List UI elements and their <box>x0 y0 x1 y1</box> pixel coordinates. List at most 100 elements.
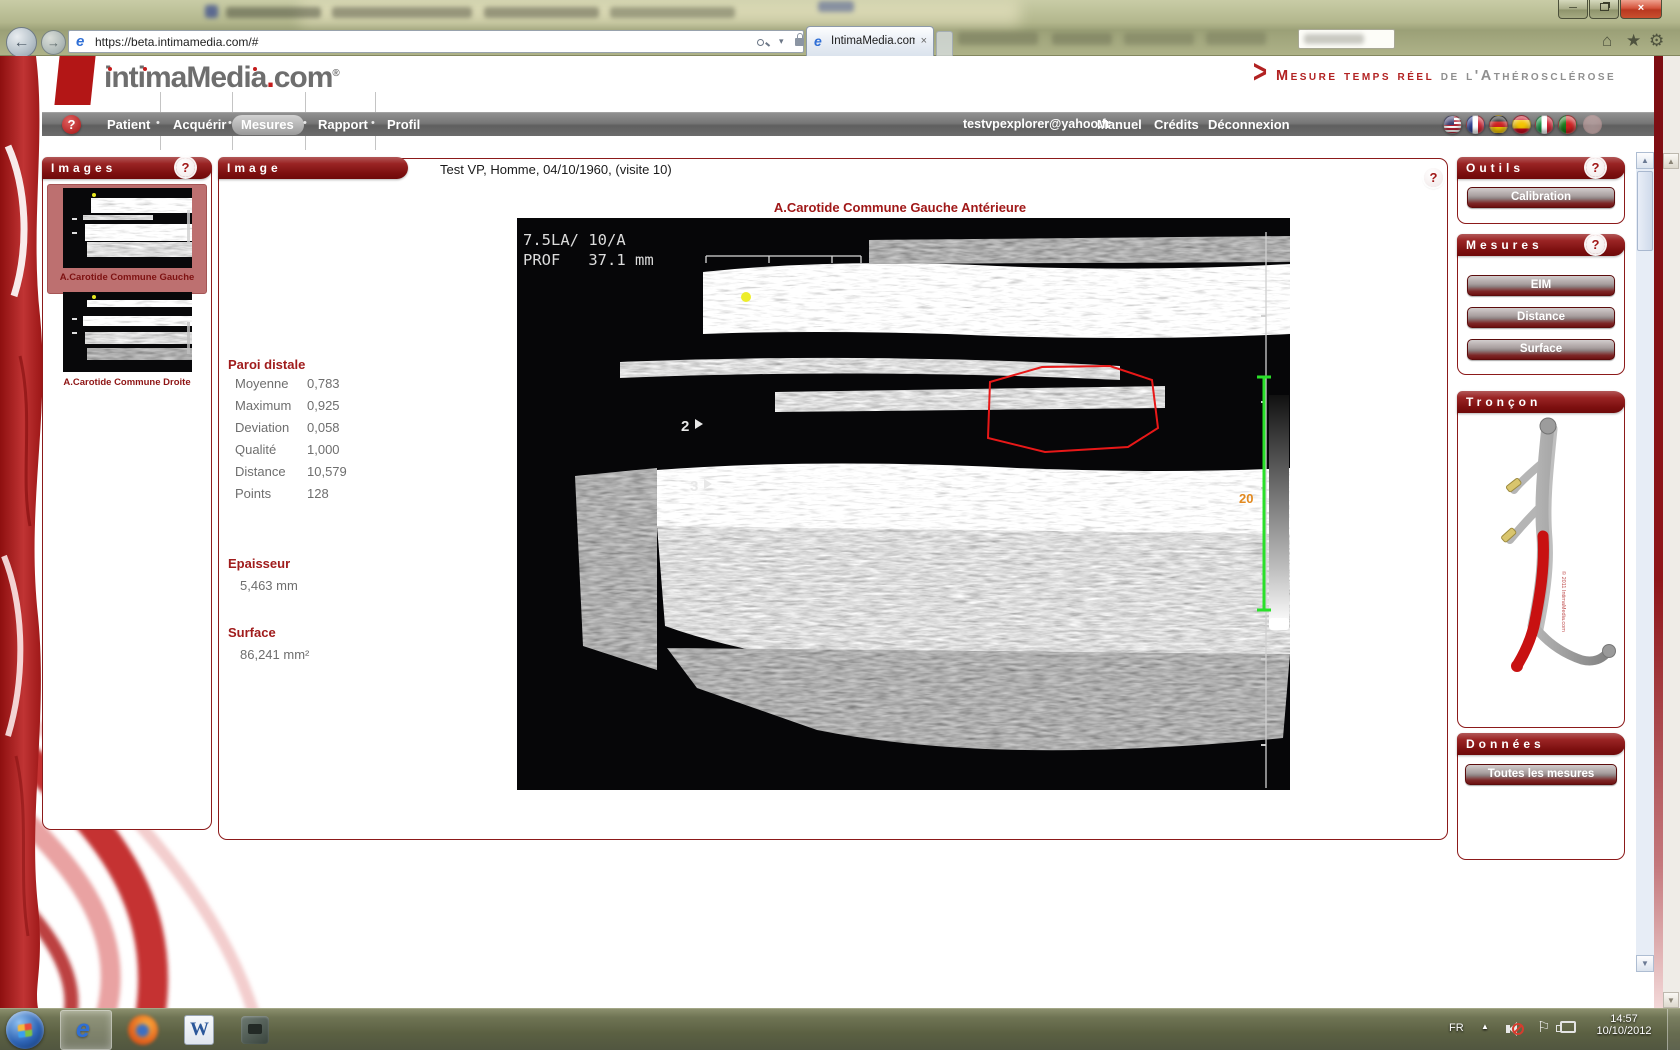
stat-label: Qualité <box>235 442 276 457</box>
eim-button[interactable]: EIM <box>1467 275 1615 296</box>
surface-button[interactable]: Surface <box>1467 339 1615 360</box>
scrollbar-up-arrow[interactable]: ▲ <box>1636 152 1654 169</box>
volume-muted-icon[interactable] <box>1506 1020 1526 1038</box>
thumbnail-label-droite[interactable]: A.Carotide Commune Droite <box>42 377 212 388</box>
outils-help-button[interactable]: ? <box>1586 158 1605 177</box>
tagline-gray-part: de l'Athérosclérose <box>1434 68 1616 84</box>
marker-3-label: 3 <box>690 478 698 495</box>
flag-us-icon[interactable] <box>1443 115 1462 134</box>
network-icon[interactable] <box>1560 1021 1576 1033</box>
thumbnail-carotide-droite[interactable] <box>63 292 192 372</box>
window-close-button[interactable]: × <box>1620 0 1662 19</box>
mesures-help-button[interactable]: ? <box>1586 235 1605 254</box>
start-button[interactable] <box>6 1011 44 1049</box>
windows-flag-icon <box>18 1023 33 1038</box>
browser-back-button[interactable]: ← <box>6 27 37 58</box>
clock[interactable]: 14:57 10/10/2012 <box>1588 1013 1660 1037</box>
taskbar-firefox-button[interactable] <box>116 1010 168 1050</box>
browser-forward-button[interactable]: → <box>41 30 66 55</box>
nav-item-mesures[interactable]: Mesures <box>241 117 294 132</box>
background-menu-blur <box>1206 32 1266 45</box>
image-panel-title: Image <box>227 161 282 175</box>
artery-top-cap <box>1540 418 1556 434</box>
images-help-button[interactable]: ? <box>176 158 195 177</box>
ie-icon: e <box>76 1015 90 1044</box>
tray-expand-icon[interactable]: ▲ <box>1481 1022 1489 1031</box>
troncon-panel-header: Tronçon <box>1457 391 1625 413</box>
nav-item-patient[interactable]: Patient <box>107 117 150 132</box>
scrollbar-thumb[interactable] <box>1637 171 1653 251</box>
background-window-title-blur <box>610 7 735 18</box>
nav-link-manuel[interactable]: Manuel <box>1097 117 1142 132</box>
flag-es-icon[interactable] <box>1512 115 1531 134</box>
toutes-les-mesures-button[interactable]: Toutes les mesures <box>1465 764 1617 785</box>
home-icon[interactable]: ⌂ <box>1602 31 1612 51</box>
address-bar[interactable]: e https://beta.intimamedia.com/# ▾ ↻ × <box>68 30 804 53</box>
us-info-line1: 7.5LA/ 10/A <box>523 231 626 249</box>
logo-i-dot <box>143 67 147 71</box>
image-help-button[interactable]: ? <box>1424 168 1443 187</box>
artery-red-segment[interactable] <box>1518 536 1543 664</box>
images-panel-title: Images <box>51 161 116 175</box>
flag-it-icon[interactable] <box>1535 115 1554 134</box>
url-text[interactable]: https://beta.intimamedia.com/# <box>95 35 258 49</box>
scrollbar-down-arrow[interactable]: ▼ <box>1636 955 1654 972</box>
flag-pt-icon[interactable] <box>1558 115 1577 134</box>
search-dropdown-caret[interactable]: ▾ <box>779 36 784 47</box>
nav-dot: • <box>371 117 375 129</box>
background-scrollbar-up-arrow: ▲ <box>1663 153 1679 169</box>
background-search-box <box>1298 29 1395 49</box>
flag-de-icon[interactable] <box>1489 115 1508 134</box>
language-indicator[interactable]: FR <box>1449 1022 1464 1034</box>
show-desktop-button[interactable] <box>1667 1009 1680 1050</box>
distance-button[interactable]: Distance <box>1467 307 1615 328</box>
site-logo[interactable]: intimaMedia.com® <box>104 61 339 95</box>
nav-link-credits[interactable]: Crédits <box>1154 117 1199 132</box>
background-window-icon <box>205 5 218 18</box>
nav-link-deconnexion[interactable]: Déconnexion <box>1208 117 1290 132</box>
patient-info: Test VP, Homme, 04/10/1960, (visite 10) <box>440 162 672 177</box>
stat-value: 0,058 <box>307 420 340 435</box>
stat-label: Deviation <box>235 420 289 435</box>
nav-help-button[interactable]: ? <box>62 115 81 134</box>
nav-item-acquerir[interactable]: Acquérir <box>173 117 226 132</box>
artery-diagram[interactable]: © 2011 IntimaMedia.com <box>1462 416 1622 716</box>
nav-item-profil[interactable]: Profil <box>387 117 420 132</box>
action-center-flag-icon[interactable]: ⚐ <box>1537 1018 1550 1036</box>
scan-title: A.Carotide Commune Gauche Antérieure <box>530 200 1270 215</box>
logo-dot-text: . <box>266 61 273 94</box>
nav-item-rapport[interactable]: Rapport <box>318 117 368 132</box>
mesures-panel-title: Mesures <box>1466 238 1543 252</box>
background-menu-blur <box>1124 33 1194 45</box>
browser-tab[interactable]: e IntimaMedia.com - Intellig... × <box>806 26 934 56</box>
yellow-marker-dot[interactable] <box>741 292 751 302</box>
new-tab-button[interactable] <box>936 31 953 56</box>
search-icon[interactable] <box>757 35 769 49</box>
page-scrollbar[interactable]: ▲ ▼ <box>1636 152 1654 972</box>
taskbar-capture-tool-button[interactable] <box>228 1010 280 1050</box>
background-scrollbar-down-arrow: ▼ <box>1663 992 1679 1008</box>
user-email[interactable]: testvpexplorer@yahoo.fr <box>963 117 1111 131</box>
taskbar-ie-button[interactable]: e <box>60 1010 112 1050</box>
window-minimize-button[interactable]: ─ <box>1558 0 1588 19</box>
window-maximize-button[interactable] <box>1589 0 1619 19</box>
nav-dot: • <box>303 117 307 129</box>
settings-gear-icon[interactable]: ⚙ <box>1649 31 1664 51</box>
stats-section-epaisseur: Epaisseur <box>228 556 290 571</box>
taskbar-word-button[interactable]: W <box>172 1010 224 1050</box>
tagline: Mesure temps réel de l'Athérosclérose <box>1276 68 1616 84</box>
ultrasound-image[interactable]: 20 7.5LA/ 10/A PROF 37.1 mm 2 3 <box>517 218 1290 790</box>
logo-i-dot <box>253 67 257 71</box>
thumbnail-carotide-gauche[interactable] <box>63 188 192 268</box>
logo-i-dot <box>108 67 112 71</box>
back-icon: ← <box>14 34 30 51</box>
logo-registered-mark: ® <box>332 68 338 79</box>
tab-close-icon[interactable]: × <box>921 35 927 47</box>
flag-fr-icon[interactable] <box>1466 115 1485 134</box>
restore-icon <box>1600 3 1609 11</box>
thumbnail-label-gauche[interactable]: A.Carotide Commune Gauche <box>47 272 207 283</box>
image-panel-header: Image <box>218 157 408 179</box>
ie-favicon: e <box>76 33 84 50</box>
calibration-button[interactable]: Calibration <box>1467 187 1615 208</box>
favorites-star-icon[interactable]: ★ <box>1626 31 1641 51</box>
